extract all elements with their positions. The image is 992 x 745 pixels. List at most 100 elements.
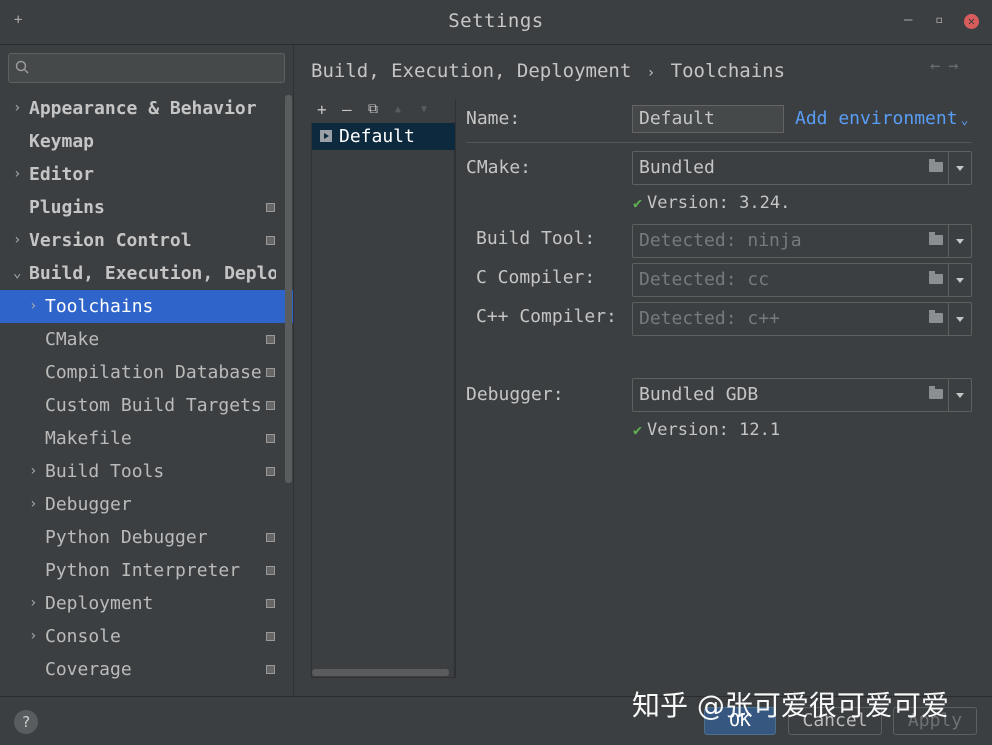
sidebar-item-label: Console [45,626,121,647]
window-title: Settings [448,10,544,32]
close-icon[interactable]: ✕ [964,14,979,29]
sidebar-item-label: Debugger [45,494,132,515]
chevron-right-icon[interactable]: › [29,455,37,488]
add-environment-link[interactable]: Add environment ⌄ [795,108,968,129]
sidebar-item-custom-build-targets[interactable]: Custom Build Targets [0,389,293,422]
debugger-select[interactable]: Bundled GDB [632,378,972,412]
project-scope-icon [266,401,275,410]
sidebar-item-label: Plugins [29,197,105,218]
sidebar-item-toolchains[interactable]: › Toolchains [0,290,293,323]
toolchain-icon [320,130,332,142]
cmake-value: Bundled [639,157,715,178]
sidebar-item-debugger[interactable]: › Debugger [0,488,293,521]
debugger-value: Bundled GDB [639,384,759,405]
chevron-down-icon[interactable] [948,152,972,184]
build-tool-select[interactable]: Detected: ninja [632,224,972,258]
settings-sidebar: › Appearance & Behavior Keymap › Editor Plugi… [0,45,294,696]
search-input[interactable] [8,53,285,83]
cpp-compiler-label: C++ Compiler: [476,306,617,327]
chevron-right-icon[interactable]: › [29,488,37,521]
sidebar-item-label: Custom Build Targets [45,395,262,416]
project-scope-icon [266,566,275,575]
chevron-right-icon[interactable]: › [13,224,21,257]
toolchain-list-item[interactable]: Default [312,123,455,150]
sidebar-item-deployment[interactable]: › Deployment [0,587,293,620]
chevron-down-icon[interactable] [948,264,972,296]
forward-arrow-icon[interactable]: → [948,56,966,76]
sidebar-item-python-debugger[interactable]: Python Debugger [0,521,293,554]
history-nav: ←→ [930,56,967,76]
project-scope-icon [266,236,275,245]
cmake-version: ✔ Version: 3.24. [633,193,790,213]
list-horizontal-scrollbar[interactable] [312,669,449,676]
breadcrumb-separator: › [646,65,656,81]
chevron-right-icon[interactable]: › [29,587,37,620]
copy-icon[interactable]: ⧉ [368,101,378,117]
chevron-down-icon[interactable]: ⌄ [13,257,21,290]
chevron-down-icon[interactable] [948,225,972,257]
panel-divider[interactable] [455,100,456,678]
add-icon[interactable]: + [317,100,327,119]
remove-icon[interactable]: – [342,100,352,119]
project-scope-icon [266,203,275,212]
sidebar-item-compilation-database[interactable]: Compilation Database [0,356,293,389]
search-icon [15,60,29,74]
sidebar-item-label: CMake [45,329,100,350]
sidebar-item-label: Deployment [45,593,154,614]
breadcrumb-parent[interactable]: Build, Execution, Deployment [311,60,631,82]
sidebar-item-build-tools[interactable]: › Build Tools [0,455,293,488]
sidebar-item-build-execution-deployment[interactable]: ⌄ Build, Execution, Deployment [0,257,293,290]
toolchain-list-toolbar: + – ⧉ ▲ ▼ [311,100,455,122]
c-compiler-select[interactable]: Detected: cc [632,263,972,297]
project-scope-icon [266,632,275,641]
folder-icon[interactable] [929,310,943,323]
chevron-down-icon: ⌄ [960,113,969,128]
minimize-icon[interactable]: – [904,12,912,28]
c-compiler-label: C Compiler: [476,267,596,288]
sidebar-item-label: Editor [29,164,95,185]
chevron-right-icon[interactable]: › [13,158,21,191]
folder-icon[interactable] [929,271,943,284]
cpp-compiler-value: Detected: c++ [639,308,780,329]
project-scope-icon [266,665,275,674]
sidebar-item-makefile[interactable]: Makefile [0,422,293,455]
sidebar-item-label: Version Control [29,230,192,251]
sidebar-item-appearance-behavior[interactable]: › Appearance & Behavior [0,92,293,125]
cmake-select[interactable]: Bundled [632,151,972,185]
sidebar-item-console[interactable]: › Console [0,620,293,653]
sidebar-item-editor[interactable]: › Editor [0,158,293,191]
maximize-icon[interactable]: ▫ [935,12,943,28]
help-icon[interactable]: ? [14,710,38,734]
sidebar-item-keymap[interactable]: Keymap [0,125,293,158]
debugger-label: Debugger: [466,384,564,405]
sidebar-item-label: Appearance & Behavior [29,98,257,119]
sidebar-item-version-control[interactable]: › Version Control [0,224,293,257]
chevron-right-icon[interactable]: › [29,290,37,323]
toolchain-item-label: Default [339,126,415,147]
folder-icon[interactable] [929,232,943,245]
chevron-right-icon[interactable]: › [13,92,21,125]
sidebar-scrollbar[interactable] [285,95,292,483]
folder-icon[interactable] [929,386,943,399]
cpp-compiler-select[interactable]: Detected: c++ [632,302,972,336]
project-scope-icon [266,434,275,443]
move-up-icon[interactable]: ▲ [395,104,401,115]
build-tool-value: Detected: ninja [639,230,802,251]
folder-icon[interactable] [929,159,943,172]
sidebar-item-cmake[interactable]: CMake [0,323,293,356]
chevron-right-icon[interactable]: › [29,620,37,653]
back-arrow-icon[interactable]: ← [930,56,948,76]
move-down-icon[interactable]: ▼ [421,104,427,115]
sidebar-item-label: Python Debugger [45,527,208,548]
watermark-text: 知乎 @张可爱很可爱可爱 [632,689,949,722]
sidebar-item-label: Build, Execution, Deployment [29,263,276,284]
add-environment-label: Add environment [795,108,958,129]
sidebar-item-coverage[interactable]: Coverage [0,653,293,686]
chevron-down-icon[interactable] [948,303,972,335]
sidebar-item-plugins[interactable]: Plugins [0,191,293,224]
breadcrumb-current: Toolchains [670,60,786,82]
name-field[interactable]: Default [632,105,784,133]
chevron-down-icon[interactable] [948,379,972,411]
sidebar-item-label: Build Tools [45,461,165,482]
sidebar-item-python-interpreter[interactable]: Python Interpreter [0,554,293,587]
